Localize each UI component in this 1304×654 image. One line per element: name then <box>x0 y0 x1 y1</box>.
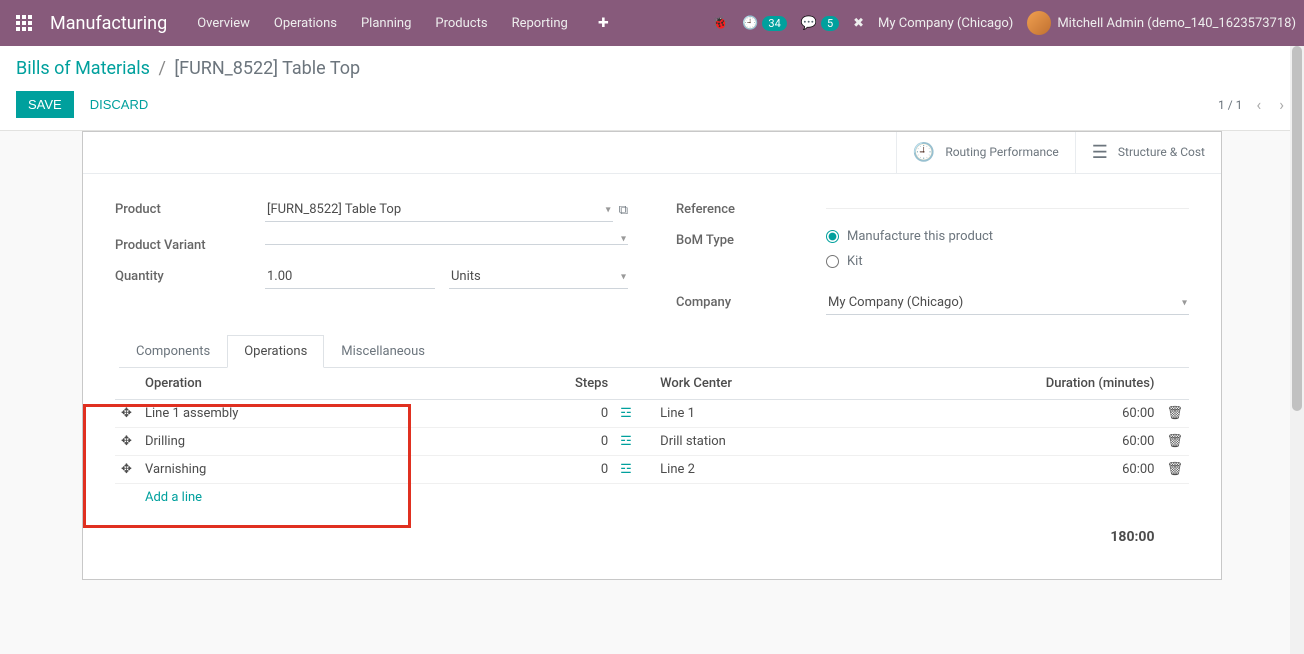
steps-cell: 0 <box>524 428 614 456</box>
breadcrumb-separator: / <box>158 58 165 79</box>
scrollbar[interactable] <box>1290 46 1304 654</box>
uom-field[interactable]: Units ▾ <box>449 265 628 289</box>
apps-icon[interactable] <box>8 7 40 39</box>
nav-reporting[interactable]: Reporting <box>502 10 578 37</box>
table-row[interactable]: ✥ Drilling 0 ☲ Drill station 60:00 🗑 <box>115 428 1189 456</box>
steps-list-icon[interactable]: ☲ <box>620 434 632 449</box>
activity-indicator[interactable]: 🕘 34 <box>742 16 787 31</box>
user-name: Mitchell Admin (demo_140_1623573718) <box>1057 16 1296 31</box>
variant-label: Product Variant <box>115 234 265 253</box>
bom-type-kit-radio[interactable] <box>826 255 839 268</box>
tab-bar: Components Operations Miscellaneous <box>119 335 1189 368</box>
pager: 1 / 1 ‹ › <box>1218 95 1288 114</box>
work-center-cell[interactable]: Drill station <box>654 428 960 456</box>
chat-icon: 💬 <box>801 16 817 31</box>
delete-row-icon[interactable]: 🗑 <box>1160 428 1189 456</box>
nav-planning[interactable]: Planning <box>351 10 421 37</box>
activity-badge: 34 <box>762 16 786 31</box>
steps-cell: 0 <box>524 456 614 484</box>
breadcrumb-current: [FURN_8522] Table Top <box>174 58 360 79</box>
tab-operations[interactable]: Operations <box>227 335 324 368</box>
nav-products[interactable]: Products <box>425 10 497 37</box>
bom-type-kit-label[interactable]: Kit <box>847 254 863 269</box>
work-center-cell[interactable]: Line 1 <box>654 400 960 428</box>
user-menu[interactable]: Mitchell Admin (demo_140_1623573718) <box>1027 11 1296 35</box>
operation-cell[interactable]: Line 1 assembly <box>139 400 524 428</box>
nav-menu: Overview Operations Planning Products Re… <box>187 10 578 37</box>
scrollbar-thumb[interactable] <box>1292 46 1302 411</box>
steps-list-icon[interactable]: ☲ <box>620 462 632 477</box>
list-icon: ☰ <box>1092 142 1108 163</box>
nav-operations[interactable]: Operations <box>264 10 347 37</box>
company-label: Company <box>676 291 826 310</box>
operation-cell[interactable]: Drilling <box>139 428 524 456</box>
bug-icon[interactable]: 🐞 <box>712 16 728 31</box>
save-button[interactable]: SAVE <box>16 91 74 118</box>
col-work-center[interactable]: Work Center <box>654 368 960 400</box>
steps-cell: 0 <box>524 400 614 428</box>
breadcrumb-parent[interactable]: Bills of Materials <box>16 58 150 79</box>
tools-icon[interactable]: ✖ <box>853 16 864 31</box>
stat-label: Structure & Cost <box>1118 145 1205 161</box>
duration-cell[interactable]: 60:00 <box>960 428 1160 456</box>
app-name[interactable]: Manufacturing <box>50 13 167 34</box>
message-badge: 5 <box>821 16 839 31</box>
reference-field[interactable] <box>826 198 1189 209</box>
breadcrumb: Bills of Materials / [FURN_8522] Table T… <box>0 46 1304 85</box>
messaging-indicator[interactable]: 💬 5 <box>801 16 839 31</box>
delete-row-icon[interactable]: 🗑 <box>1160 400 1189 428</box>
stat-label: Routing Performance <box>945 145 1058 161</box>
table-row[interactable]: ✥ Line 1 assembly 0 ☲ Line 1 60:00 🗑 <box>115 400 1189 428</box>
col-steps[interactable]: Steps <box>524 368 614 400</box>
table-row[interactable]: ✥ Varnishing 0 ☲ Line 2 60:00 🗑 <box>115 456 1189 484</box>
delete-row-icon[interactable]: 🗑 <box>1160 456 1189 484</box>
operations-table: Operation Steps Work Center Duration (mi… <box>115 368 1189 563</box>
chevron-down-icon: ▾ <box>621 271 626 282</box>
quantity-field[interactable]: 1.00 <box>265 265 435 289</box>
duration-cell[interactable]: 60:00 <box>960 456 1160 484</box>
product-label: Product <box>115 198 265 217</box>
company-selector[interactable]: My Company (Chicago) <box>878 16 1013 31</box>
drag-handle-icon[interactable]: ✥ <box>115 428 139 456</box>
drag-handle-icon[interactable]: ✥ <box>115 456 139 484</box>
duration-total: 180:00 <box>960 511 1160 563</box>
control-panel: Bills of Materials / [FURN_8522] Table T… <box>0 46 1304 131</box>
plus-icon[interactable]: ✚ <box>598 16 609 31</box>
reference-label: Reference <box>676 198 826 217</box>
pager-text[interactable]: 1 / 1 <box>1218 98 1242 112</box>
product-field[interactable]: [FURN_8522] Table Top ▾ <box>265 198 613 222</box>
steps-list-icon[interactable]: ☲ <box>620 406 632 421</box>
bom-type-manufacture-label[interactable]: Manufacture this product <box>847 229 993 244</box>
col-operation[interactable]: Operation <box>139 368 524 400</box>
quantity-label: Quantity <box>115 265 265 284</box>
clock-icon: 🕘 <box>742 16 758 31</box>
top-nav: Manufacturing Overview Operations Planni… <box>0 0 1304 46</box>
structure-cost-button[interactable]: ☰ Structure & Cost <box>1075 132 1221 173</box>
tab-components[interactable]: Components <box>119 335 227 368</box>
company-field[interactable]: My Company (Chicago) ▾ <box>826 291 1189 315</box>
work-center-cell[interactable]: Line 2 <box>654 456 960 484</box>
chevron-down-icon: ▾ <box>621 234 626 245</box>
form-sheet: 🕘 Routing Performance ☰ Structure & Cost… <box>82 131 1222 580</box>
variant-field[interactable]: ▾ <box>265 234 628 245</box>
add-line-link[interactable]: Add a line <box>145 490 202 505</box>
pager-next[interactable]: › <box>1275 95 1288 114</box>
col-duration[interactable]: Duration (minutes) <box>960 368 1160 400</box>
tab-miscellaneous[interactable]: Miscellaneous <box>324 335 442 368</box>
duration-cell[interactable]: 60:00 <box>960 400 1160 428</box>
external-link-icon[interactable]: ⧉ <box>619 203 628 218</box>
drag-handle-icon[interactable]: ✥ <box>115 400 139 428</box>
operation-cell[interactable]: Varnishing <box>139 456 524 484</box>
routing-performance-button[interactable]: 🕘 Routing Performance <box>896 132 1075 173</box>
bom-type-manufacture-radio[interactable] <box>826 230 839 243</box>
nav-overview[interactable]: Overview <box>187 10 260 37</box>
button-box: 🕘 Routing Performance ☰ Structure & Cost <box>83 132 1221 174</box>
clock-icon: 🕘 <box>913 142 935 163</box>
chevron-down-icon: ▾ <box>606 204 611 215</box>
pager-prev[interactable]: ‹ <box>1252 95 1265 114</box>
chevron-down-icon: ▾ <box>1182 297 1187 308</box>
bom-type-label: BoM Type <box>676 229 826 248</box>
discard-button[interactable]: DISCARD <box>78 91 161 118</box>
avatar <box>1027 11 1051 35</box>
